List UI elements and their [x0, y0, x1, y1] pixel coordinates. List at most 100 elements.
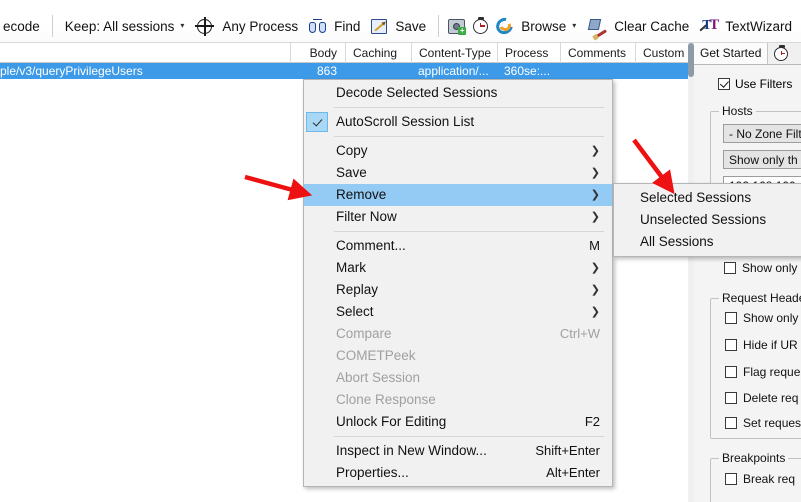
column-header-body[interactable]: Body [290, 42, 345, 63]
cell-custom [635, 63, 694, 79]
req-flag-row[interactable]: Flag reque [725, 365, 800, 379]
keep-sessions-dropdown[interactable]: Keep: All sessions ▾ [58, 13, 194, 39]
cell-process: 360se:... [504, 64, 551, 78]
req-set-label: Set reques [743, 416, 801, 430]
right-panel-tabstrip: Get Started [694, 43, 801, 65]
submenu-item-selected-sessions[interactable]: Selected Sessions [614, 187, 801, 209]
menu-item-mark[interactable]: Mark ❯ [304, 257, 612, 279]
clear-cache-icon [588, 18, 608, 38]
any-process-label: Any Process [222, 18, 299, 34]
menu-item-gutter [304, 140, 330, 162]
submenu-item-unselected-sessions[interactable]: Unselected Sessions [614, 209, 801, 231]
timeline-button[interactable] [469, 13, 492, 39]
column-header-comments[interactable]: Comments [560, 42, 635, 63]
menu-item-label: Comment... [336, 238, 406, 253]
req-delete-row[interactable]: Delete req [725, 391, 798, 405]
menu-item-label: Decode Selected Sessions [336, 85, 498, 100]
check-icon [306, 112, 328, 132]
chevron-right-icon: ❯ [590, 189, 600, 201]
menu-item-gutter [304, 411, 330, 433]
column-header-process[interactable]: Process [497, 42, 560, 63]
menu-separator [334, 436, 604, 437]
req-hide-if-url-row[interactable]: Hide if UR [725, 338, 798, 352]
menu-item-select[interactable]: Select ❯ [304, 301, 612, 323]
menu-item-comment[interactable]: Comment... M [304, 235, 612, 257]
menu-item-autoscroll-session-list[interactable]: AutoScroll Session List [304, 111, 612, 133]
column-header-caching[interactable]: Caching [345, 42, 411, 63]
column-header-custom[interactable]: Custom [635, 42, 694, 63]
hosts-show-only-2-checkbox[interactable] [724, 262, 736, 274]
menu-item-label: Mark [336, 260, 366, 275]
timeline-clock-icon [473, 16, 489, 34]
menu-item-label: Filter Now [336, 209, 397, 224]
browse-button[interactable]: Browse ▾ [492, 13, 585, 39]
menu-item-gutter [304, 235, 330, 257]
menu-item-copy[interactable]: Copy ❯ [304, 140, 612, 162]
column-header-content-type[interactable]: Content-Type [411, 42, 497, 63]
session-context-menu: Decode Selected Sessions AutoScroll Sessi… [303, 79, 613, 487]
menu-item-gutter [304, 111, 330, 133]
hosts-zone-combo[interactable]: - No Zone Filt [723, 124, 801, 143]
use-filters-checkbox[interactable] [718, 78, 730, 90]
req-show-only-checkbox[interactable] [725, 312, 737, 324]
req-delete-checkbox[interactable] [725, 392, 737, 404]
menu-item-save[interactable]: Save ❯ [304, 162, 612, 184]
use-filters-row[interactable]: Use Filters [718, 77, 792, 91]
menu-item-gutter [304, 367, 330, 389]
menu-item-abort-session: Abort Session [304, 367, 612, 389]
find-button[interactable]: Find [305, 13, 367, 39]
tab-get-started[interactable]: Get Started [694, 43, 769, 64]
menu-item-label: Abort Session [336, 370, 421, 385]
checkmark-glyph [312, 115, 322, 127]
target-crosshair-icon [195, 16, 215, 36]
menu-item-filter-now[interactable]: Filter Now ❯ [304, 206, 612, 228]
keep-sessions-label: Keep: All sessions [64, 18, 175, 34]
menu-item-decode-selected-sessions[interactable]: Decode Selected Sessions [304, 82, 612, 104]
table-row[interactable]: ple/v3/queryPrivilegeUsers 863 applicati… [0, 63, 694, 79]
binoculars-icon [309, 19, 327, 33]
camera-add-icon: + [448, 18, 467, 35]
clear-cache-button[interactable]: Clear Cache [585, 13, 696, 39]
menu-item-gutter [304, 206, 330, 228]
req-show-only-row[interactable]: Show only [725, 311, 798, 325]
cell-url: ple/v3/queryPrivilegeUsers [0, 64, 143, 78]
chevron-right-icon: ❯ [590, 145, 600, 157]
column-header-url[interactable] [0, 43, 290, 63]
use-filters-label: Use Filters [735, 77, 793, 91]
req-flag-label: Flag reque [743, 365, 801, 379]
menu-item-gutter [304, 162, 330, 184]
save-button[interactable]: Save [367, 13, 433, 39]
hosts-show-combo[interactable]: Show only th [723, 150, 801, 169]
textwizard-button[interactable]: TT TextWizard [696, 13, 799, 39]
menu-separator [334, 107, 604, 108]
req-flag-checkbox[interactable] [725, 366, 737, 378]
request-headers-group: Request Heade Show only Hide if UR Flag … [710, 291, 801, 439]
break-request-row[interactable]: Break req [725, 472, 795, 486]
chevron-right-icon: ❯ [590, 211, 600, 223]
menu-item-label: Compare [336, 326, 392, 341]
menu-item-remove[interactable]: Remove ❯ [304, 184, 612, 206]
menu-item-gutter [304, 462, 330, 484]
req-hide-if-url-checkbox[interactable] [725, 339, 737, 351]
hosts-show-only-2-row[interactable]: Show only [724, 261, 797, 275]
any-process-button[interactable]: Any Process [193, 13, 305, 39]
submenu-item-all-sessions[interactable]: All Sessions [614, 231, 801, 253]
menu-item-shortcut: Alt+Enter [546, 465, 600, 480]
menu-item-unlock-for-editing[interactable]: Unlock For Editing F2 [304, 411, 612, 433]
menu-item-label: AutoScroll Session List [336, 114, 475, 129]
menu-item-gutter [304, 389, 330, 411]
cell-content-type: application/... [418, 64, 489, 78]
break-request-checkbox[interactable] [725, 473, 737, 485]
req-set-checkbox[interactable] [725, 417, 737, 429]
chevron-right-icon: ❯ [590, 306, 600, 318]
session-list-header: Body Caching Content-Type Process Commen… [0, 42, 694, 63]
menu-item-inspect-in-new-window[interactable]: Inspect in New Window... Shift+Enter [304, 440, 612, 462]
screenshot-button[interactable]: + [444, 13, 469, 39]
menu-item-properties[interactable]: Properties... Alt+Enter [304, 462, 612, 484]
decode-button[interactable]: ecode [0, 13, 47, 39]
menu-item-gutter [304, 323, 330, 345]
tab-timeline[interactable] [768, 43, 794, 64]
timeline-clock-icon [774, 44, 789, 61]
req-set-row[interactable]: Set reques [725, 416, 801, 430]
menu-item-replay[interactable]: Replay ❯ [304, 279, 612, 301]
